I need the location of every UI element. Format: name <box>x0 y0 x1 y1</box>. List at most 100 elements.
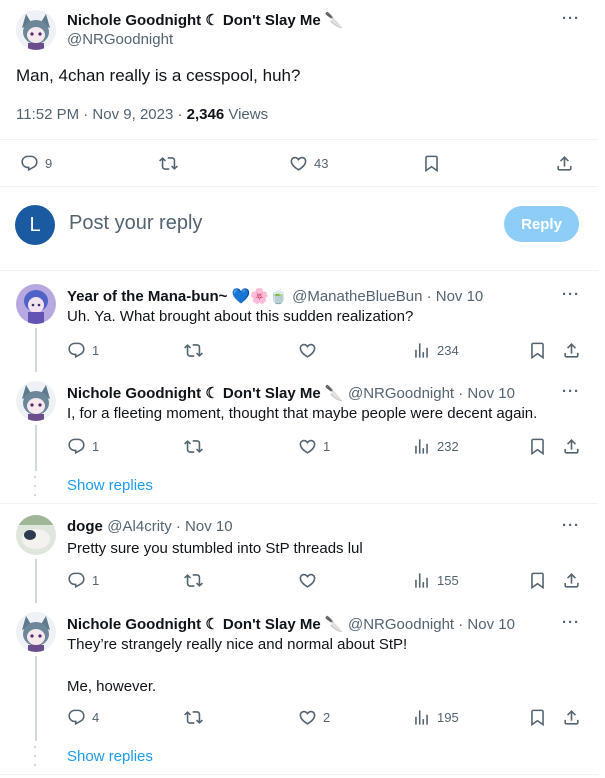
user-avatar[interactable]: L <box>15 205 55 245</box>
thread-dots <box>33 476 37 496</box>
reply-author-name[interactable]: Nichole Goodnight ☾ Don't Slay Me 🔪 <box>67 385 344 402</box>
reply-header: doge @Al4crity · Nov 10 <box>67 518 233 536</box>
views-button[interactable]: 155 <box>412 571 459 590</box>
bookmark-icon <box>528 437 547 456</box>
reply-button[interactable]: 1 <box>67 341 99 360</box>
reply-icon <box>67 571 86 590</box>
share-button[interactable] <box>562 341 581 360</box>
reply-text: Uh. Ya. What brought about this sudden r… <box>67 308 414 325</box>
reply-author-handle[interactable]: @ManatheBlueBun · Nov 10 <box>292 288 483 305</box>
bookmark-button[interactable] <box>422 154 441 173</box>
views-count: 234 <box>437 343 459 358</box>
show-replies-link[interactable]: Show replies <box>67 748 153 765</box>
retweet-icon <box>184 341 203 360</box>
bookmark-button[interactable] <box>528 571 547 590</box>
share-icon <box>562 708 581 727</box>
views-icon <box>412 437 431 456</box>
retweet-button[interactable] <box>159 154 178 173</box>
divider <box>0 503 598 504</box>
like-button[interactable]: 1 <box>298 437 330 456</box>
views-icon <box>412 708 431 727</box>
avatar[interactable] <box>16 284 56 324</box>
more-icon[interactable]: ··· <box>562 10 580 27</box>
reply-text-continued: Me, however. <box>67 678 157 695</box>
reply-icon <box>67 708 86 727</box>
thread-line <box>35 656 37 741</box>
reply-submit-button[interactable]: Reply <box>504 206 579 242</box>
reply-button[interactable]: 1 <box>67 437 99 456</box>
thread-line <box>35 425 37 471</box>
retweet-icon <box>159 154 178 173</box>
reply-count: 9 <box>45 156 53 171</box>
retweet-icon <box>184 708 203 727</box>
author-name[interactable]: Nichole Goodnight ☾ Don't Slay Me 🔪 <box>67 11 344 29</box>
more-icon[interactable]: ··· <box>562 286 580 303</box>
divider <box>0 270 598 271</box>
like-count: 43 <box>314 156 329 171</box>
reply-author-name[interactable]: Year of the Mana-bun~ 💙🌸🍵 <box>67 288 288 305</box>
reply-button[interactable]: 4 <box>67 708 99 727</box>
like-count: 2 <box>323 710 331 725</box>
reply-author-name[interactable]: doge <box>67 518 103 535</box>
avatar[interactable] <box>16 381 56 421</box>
reply-header: Nichole Goodnight ☾ Don't Slay Me 🔪 @NRG… <box>67 615 515 634</box>
share-button[interactable] <box>562 571 581 590</box>
tweet-timestamp[interactable]: 11:52 PM · Nov 9, 2023 · <box>16 106 187 123</box>
avatar[interactable] <box>16 10 56 50</box>
avatar[interactable] <box>16 515 56 555</box>
reply-count: 1 <box>92 573 100 588</box>
share-icon <box>562 571 581 590</box>
views-label: Views <box>224 106 269 123</box>
bookmark-button[interactable] <box>528 437 547 456</box>
reply-count: 1 <box>92 343 100 358</box>
bookmark-icon <box>528 571 547 590</box>
reply-text: They’re strangely really nice and normal… <box>67 636 408 653</box>
like-button[interactable]: 43 <box>289 154 328 173</box>
reply-button[interactable]: 9 <box>20 154 52 173</box>
bookmark-button[interactable] <box>528 708 547 727</box>
bookmark-icon <box>422 154 441 173</box>
reply-icon <box>67 437 86 456</box>
bookmark-button[interactable] <box>528 341 547 360</box>
thread-dots <box>33 746 37 766</box>
share-button[interactable] <box>555 154 574 173</box>
views-button[interactable]: 234 <box>412 341 459 360</box>
reply-author-handle[interactable]: @Al4crity · Nov 10 <box>107 518 232 535</box>
like-icon <box>298 708 317 727</box>
retweet-button[interactable] <box>184 437 203 456</box>
retweet-button[interactable] <box>184 571 203 590</box>
reply-author-name[interactable]: Nichole Goodnight ☾ Don't Slay Me 🔪 <box>67 616 344 633</box>
divider <box>0 186 598 187</box>
more-icon[interactable]: ··· <box>562 614 580 631</box>
views-count: 195 <box>437 710 459 725</box>
share-button[interactable] <box>562 437 581 456</box>
tweet-text: Man, 4chan really is a cesspool, huh? <box>16 66 301 85</box>
retweet-button[interactable] <box>184 708 203 727</box>
retweet-button[interactable] <box>184 341 203 360</box>
reply-input[interactable]: Post your reply <box>69 212 202 235</box>
reply-author-handle[interactable]: @NRGoodnight · Nov 10 <box>348 385 515 402</box>
show-replies-link[interactable]: Show replies <box>67 477 153 494</box>
reply-button[interactable]: 1 <box>67 571 99 590</box>
like-button[interactable] <box>298 571 317 590</box>
author-handle[interactable]: @NRGoodnight <box>67 31 173 48</box>
more-icon[interactable]: ··· <box>562 517 580 534</box>
reply-count: 4 <box>92 710 100 725</box>
views-button[interactable]: 232 <box>412 437 459 456</box>
more-icon[interactable]: ··· <box>562 383 580 400</box>
like-button[interactable] <box>298 341 317 360</box>
reply-header: Year of the Mana-bun~ 💙🌸🍵 @ManatheBlueBu… <box>67 287 483 306</box>
tweet-meta: 11:52 PM · Nov 9, 2023 · 2,346 Views <box>16 106 268 123</box>
reply-icon <box>20 154 39 173</box>
share-button[interactable] <box>562 708 581 727</box>
reply-author-handle[interactable]: @NRGoodnight · Nov 10 <box>348 616 515 633</box>
retweet-icon <box>184 437 203 456</box>
reply-text: I, for a fleeting moment, thought that m… <box>67 405 538 422</box>
views-button[interactable]: 195 <box>412 708 459 727</box>
views-icon <box>412 341 431 360</box>
like-button[interactable]: 2 <box>298 708 330 727</box>
reply-header: Nichole Goodnight ☾ Don't Slay Me 🔪 @NRG… <box>67 384 515 403</box>
divider <box>0 774 598 775</box>
share-icon <box>555 154 574 173</box>
avatar[interactable] <box>16 612 56 652</box>
